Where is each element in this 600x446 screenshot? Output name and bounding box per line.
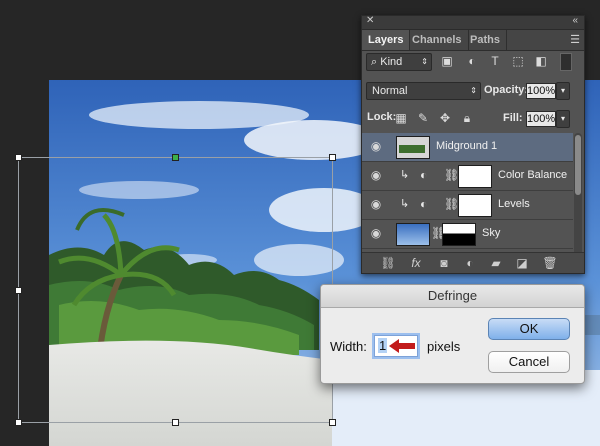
layers-scrollbar[interactable] — [574, 133, 582, 261]
collapse-icon[interactable]: « — [572, 15, 578, 26]
visibility-eye-icon[interactable]: ◉ — [366, 226, 386, 242]
link-layers-icon[interactable]: ⛓ — [380, 256, 396, 270]
filter-pixel-icon[interactable]: ▣ — [440, 54, 454, 68]
panel-menu-icon[interactable]: ☰ — [570, 33, 580, 46]
filter-smart-object-icon[interactable]: ◧ — [534, 54, 548, 68]
filter-type-icon[interactable]: T — [488, 54, 502, 68]
mask-thumbnail — [458, 194, 492, 217]
filter-adjustment-icon[interactable]: ◐ — [465, 54, 479, 68]
ok-button[interactable]: OK — [488, 318, 570, 340]
layer-name[interactable]: Midground 1 — [436, 140, 497, 152]
layer-name[interactable]: Levels — [498, 198, 530, 210]
layer-row-sky[interactable]: ◉ ⛓ Sky — [362, 220, 573, 249]
layer-row-levels[interactable]: ◉ ↳ ◐ ⛓ Levels — [362, 191, 573, 220]
layers-panel: ✕ « Layers Channels Paths ☰ ⌕ Kind ⇕ ▣ ◐… — [361, 15, 585, 274]
close-icon[interactable]: ✕ — [366, 15, 374, 26]
layer-thumbnail — [396, 136, 430, 159]
defringe-dialog: Defringe Width: 1 pixels OK Cancel — [320, 284, 585, 384]
fill-field[interactable]: 100% — [526, 111, 556, 127]
transform-handle-top-right[interactable] — [329, 154, 336, 161]
clipping-arrow-icon: ↳ — [400, 169, 410, 181]
filter-kind-select[interactable]: ⌕ Kind ⇕ — [366, 53, 432, 71]
transform-handle-bottom-left[interactable] — [15, 419, 22, 426]
blend-mode-value: Normal — [372, 85, 408, 97]
fill-dropdown-icon[interactable]: ▾ — [556, 110, 570, 128]
lock-image-icon[interactable]: ✎ — [416, 111, 430, 125]
link-icon: ⛓ — [444, 168, 460, 182]
lock-all-icon[interactable]: 🔒︎ — [460, 111, 474, 125]
transform-handle-middle-left[interactable] — [15, 287, 22, 294]
stepper-icon: ⇕ — [470, 86, 477, 95]
add-mask-icon[interactable]: ◙ — [436, 256, 452, 270]
link-icon: ⛓ — [444, 197, 460, 211]
transform-handle-top-left[interactable] — [15, 154, 22, 161]
tab-layers[interactable]: Layers — [362, 30, 411, 50]
tab-paths[interactable]: Paths — [464, 30, 507, 50]
layer-thumbnail — [396, 223, 430, 246]
cancel-button[interactable]: Cancel — [488, 351, 570, 373]
trash-icon[interactable]: 🗑︎ — [542, 256, 558, 270]
filter-kind-label: Kind — [380, 56, 403, 68]
visibility-eye-icon[interactable]: ◉ — [366, 139, 386, 155]
filter-shape-icon[interactable]: ⬚ — [511, 54, 525, 68]
transform-handle-bottom-right[interactable] — [329, 419, 336, 426]
layer-name[interactable]: Sky — [482, 227, 500, 239]
lock-position-icon[interactable]: ✥ — [438, 111, 452, 125]
clipping-arrow-icon: ↳ — [400, 198, 410, 210]
width-input[interactable]: 1 — [374, 335, 418, 357]
red-arrow-icon — [389, 339, 415, 353]
pixels-unit-label: pixels — [427, 339, 461, 354]
lock-label: Lock: — [367, 111, 397, 123]
mask-thumbnail — [442, 223, 476, 246]
filter-toggle[interactable] — [560, 53, 572, 71]
adjustment-icon: ◐ — [420, 197, 428, 211]
panel-titlebar: ✕ « — [362, 15, 584, 30]
adjustment-icon: ◐ — [420, 168, 428, 182]
fx-icon[interactable]: fx — [408, 256, 424, 270]
adjustment-layer-icon[interactable]: ◐ — [462, 256, 478, 270]
panel-footer: ⛓ fx ◙ ◐ ▰ ◪ 🗑︎ — [362, 252, 584, 273]
visibility-eye-icon[interactable]: ◉ — [366, 197, 386, 213]
lock-transparent-icon[interactable]: ▦ — [394, 111, 408, 125]
opacity-dropdown-icon[interactable]: ▾ — [556, 82, 570, 100]
opacity-label: Opacity: — [484, 84, 529, 96]
width-input-value: 1 — [378, 338, 388, 353]
new-layer-icon[interactable]: ◪ — [514, 256, 530, 270]
stepper-icon: ⇕ — [421, 57, 428, 66]
width-label: Width: — [330, 339, 367, 354]
dialog-title: Defringe — [321, 285, 584, 308]
transform-handle-bottom-center[interactable] — [172, 419, 179, 426]
visibility-eye-icon[interactable]: ◉ — [366, 168, 386, 184]
layer-row-color-balance[interactable]: ◉ ↳ ◐ ⛓ Color Balance — [362, 162, 573, 191]
layer-row-midground[interactable]: ◉ Midground 1 — [362, 133, 573, 162]
mask-thumbnail — [458, 165, 492, 188]
transform-handle-top-center[interactable] — [172, 154, 179, 161]
tab-channels[interactable]: Channels — [406, 30, 469, 50]
group-folder-icon[interactable]: ▰ — [488, 256, 504, 270]
fill-label: Fill: — [503, 112, 523, 124]
opacity-field[interactable]: 100% — [526, 83, 556, 99]
layer-name[interactable]: Color Balance — [498, 169, 567, 181]
panel-tabs: Layers Channels Paths ☰ — [362, 30, 584, 51]
search-icon: ⌕ — [371, 56, 378, 68]
blend-mode-select[interactable]: Normal ⇕ — [366, 82, 481, 100]
scrollbar-thumb[interactable] — [575, 135, 581, 195]
